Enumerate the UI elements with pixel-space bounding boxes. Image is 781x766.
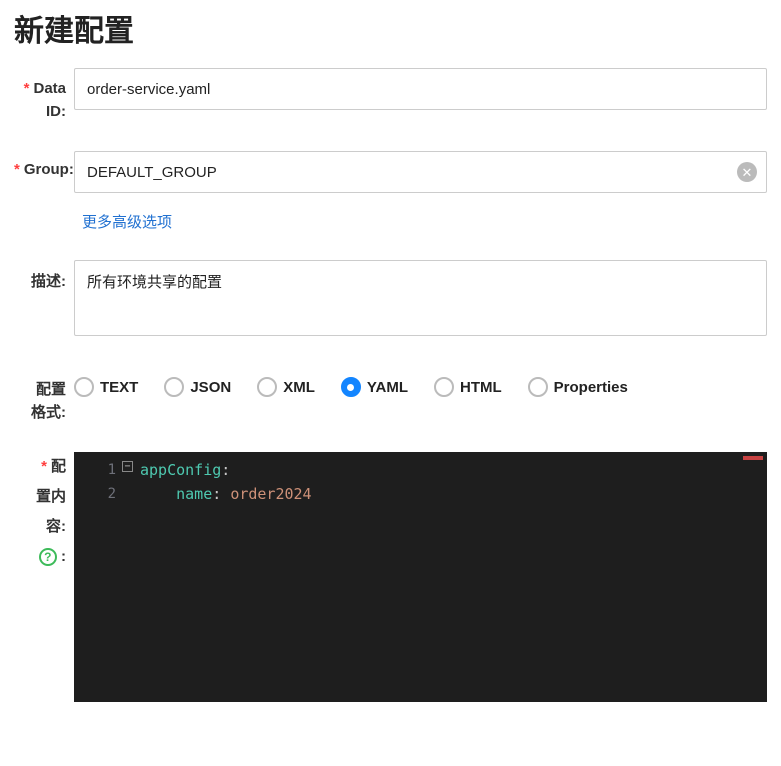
content-label: *配 置内 容: ? : [14,452,74,572]
radio-icon [257,377,277,397]
radio-label: XML [283,379,315,396]
code-editor[interactable]: 1 2 − appConfig: name: order2024 [74,452,767,702]
radio-label: HTML [460,379,502,396]
advanced-options-link[interactable]: 更多高级选项 [82,214,172,231]
radio-icon [164,377,184,397]
radio-icon [74,377,94,397]
format-label: 配置 格式: [14,369,74,424]
radio-label: JSON [190,379,231,396]
radio-icon [434,377,454,397]
group-label: *Group: [14,151,74,178]
format-radio-html[interactable]: HTML [434,377,502,397]
format-row: 配置 格式: TEXT JSON XML YAML HTML Properties [14,369,767,424]
code-content: appConfig: name: order2024 [140,458,312,506]
radio-label: TEXT [100,379,138,396]
editor-indicator [743,456,763,460]
data-id-row: *Data ID: [14,68,767,123]
format-radio-xml[interactable]: XML [257,377,315,397]
format-radio-group: TEXT JSON XML YAML HTML Properties [74,369,628,397]
description-textarea[interactable]: 所有环境共享的配置 [74,260,767,336]
page-title: 新建配置 [14,0,767,68]
fold-icon[interactable]: − [122,461,133,472]
help-icon[interactable]: ? [39,548,57,566]
data-id-label: *Data ID: [14,68,74,123]
format-radio-json[interactable]: JSON [164,377,231,397]
code-gutter: 1 2 [74,452,144,506]
format-radio-properties[interactable]: Properties [528,377,628,397]
clear-icon[interactable]: ✕ [737,162,757,182]
radio-label: YAML [367,379,408,396]
radio-icon [341,377,361,397]
advanced-options-row: 更多高级选项 [82,211,767,232]
content-row: *配 置内 容: ? : 1 2 − appConfig: name: orde… [14,452,767,702]
group-input[interactable] [74,151,767,193]
data-id-input[interactable] [74,68,767,110]
format-radio-text[interactable]: TEXT [74,377,138,397]
description-row: 描述: 所有环境共享的配置 [14,260,767,341]
group-row: *Group: ✕ [14,151,767,193]
format-radio-yaml[interactable]: YAML [341,377,408,397]
radio-icon [528,377,548,397]
description-label: 描述: [14,260,74,291]
radio-label: Properties [554,379,628,396]
